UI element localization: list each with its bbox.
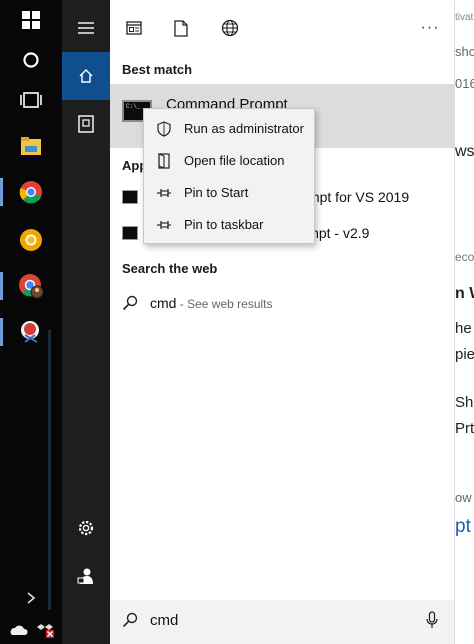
search-icon (122, 295, 138, 311)
search-input[interactable] (150, 609, 410, 631)
file-explorer-icon[interactable] (0, 126, 62, 166)
bg-text: sho (455, 44, 474, 59)
bg-link-text[interactable]: pt (455, 516, 471, 538)
web-query-suffix: - See web results (176, 297, 273, 311)
bg-text: eco (455, 250, 474, 264)
command-prompt-icon (122, 226, 138, 240)
menu-item-pin-to-taskbar[interactable]: Pin to taskbar (144, 209, 314, 241)
active-indicator (0, 318, 3, 346)
web-search-result[interactable]: cmd - See web results (110, 286, 454, 320)
background-window: tivat sho 016 ws eco n W he pie Sh Prt o… (454, 0, 474, 644)
active-indicator (0, 178, 3, 206)
more-options-button[interactable]: ··· (414, 12, 446, 44)
search-icon (122, 612, 138, 628)
start-rail (62, 0, 110, 644)
bg-text: ow (455, 490, 472, 505)
bg-text: 016 (455, 76, 474, 91)
bg-text: Prt (455, 420, 474, 437)
chrome-canary-icon[interactable] (0, 220, 62, 260)
document-icon[interactable] (165, 12, 197, 44)
cortana-circle-icon[interactable] (0, 40, 62, 80)
apps-window-icon[interactable] (118, 12, 150, 44)
user-icon[interactable] (62, 552, 110, 600)
bg-text: ws (455, 143, 474, 160)
onedrive-icon[interactable] (4, 616, 32, 644)
context-menu: Run as administrator Open file location … (143, 108, 315, 244)
microphone-icon[interactable] (426, 611, 438, 629)
menu-item-pin-to-start[interactable]: Pin to Start (144, 177, 314, 209)
folder-open-icon (156, 153, 172, 169)
shield-icon (156, 121, 172, 137)
bg-text: he (455, 320, 472, 337)
chevron-up-icon[interactable] (0, 586, 62, 610)
menu-item-label: Run as administrator (184, 121, 304, 136)
taskbar (0, 0, 62, 644)
menu-item-open-file-location[interactable]: Open file location (144, 145, 314, 177)
globe-icon[interactable] (214, 12, 246, 44)
best-match-heading: Best match (122, 62, 193, 77)
pin-icon (156, 185, 172, 201)
menu-item-label: Pin to taskbar (184, 217, 264, 232)
windows-start-icon[interactable] (0, 0, 62, 40)
web-heading: Search the web (122, 261, 218, 276)
hamburger-icon[interactable] (62, 4, 110, 52)
document-box-icon[interactable] (62, 100, 110, 148)
dropbox-icon[interactable] (32, 616, 60, 644)
task-view-icon[interactable] (0, 80, 62, 120)
filter-toolbar: ··· (110, 0, 454, 56)
search-box[interactable] (110, 600, 454, 640)
gear-icon[interactable] (62, 504, 110, 552)
taskbar-scrollbar[interactable] (48, 330, 51, 610)
menu-item-run-as-admin[interactable]: Run as administrator (144, 113, 314, 145)
bg-text: Sh (455, 394, 474, 411)
menu-item-label: Pin to Start (184, 185, 249, 200)
chrome-profile-icon[interactable] (0, 266, 62, 306)
home-icon[interactable] (62, 52, 110, 100)
bg-text: tivat (455, 12, 474, 23)
pin-icon (156, 217, 172, 233)
snipping-tool-icon[interactable] (0, 312, 62, 352)
bg-text: n W (455, 285, 474, 302)
menu-item-label: Open file location (184, 153, 285, 168)
chrome-icon[interactable] (0, 172, 62, 212)
bg-text: pie (455, 346, 474, 363)
web-query-term: cmd (150, 295, 177, 311)
active-indicator (0, 272, 3, 300)
web-query: cmd - See web results (150, 295, 273, 311)
search-pane: ··· Best match Command Prompt Apps Devel… (110, 0, 454, 644)
command-prompt-icon (122, 190, 138, 204)
